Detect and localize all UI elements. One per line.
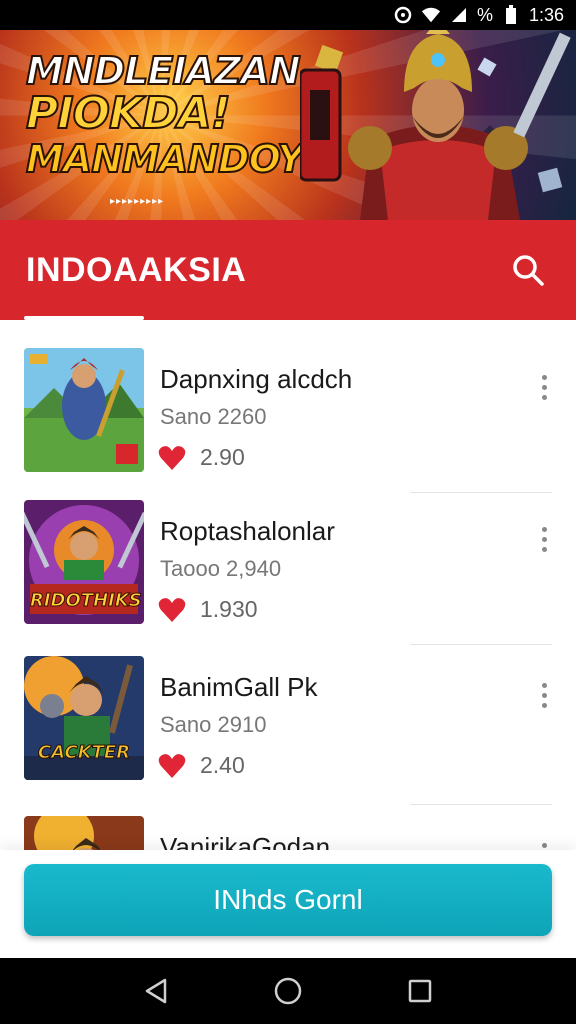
- more-options-button[interactable]: [532, 678, 556, 712]
- more-dot: [541, 526, 547, 532]
- list-item[interactable]: VanirikaGodan: [0, 788, 576, 850]
- back-icon: [145, 978, 167, 1004]
- more-dot: [541, 374, 547, 380]
- list-item[interactable]: RIDOTHIKS Roptashalonlar Taooo 2,940 1.9…: [0, 472, 576, 624]
- signal-icon: [449, 5, 469, 25]
- likes: 2.90: [158, 444, 245, 471]
- game-subtitle: Sano 2910: [160, 712, 267, 737]
- more-dot: [541, 842, 547, 848]
- game-list[interactable]: Dapnxing alcdch Sano 2260 2.90 RIDOTHIKS…: [0, 320, 576, 850]
- game-title: VanirikaGodan: [160, 832, 331, 850]
- search-icon: [513, 255, 544, 286]
- promo-banner[interactable]: MNDLEIAZAN PIOKDA! MANMANDOY ▸▸▸▸▸▸▸▸▸: [0, 30, 576, 220]
- more-options-button[interactable]: [532, 370, 556, 404]
- likes-count: 2.40: [200, 752, 245, 778]
- status-bar: % 1:36: [0, 0, 576, 30]
- heart-icon[interactable]: [158, 597, 186, 623]
- app-header: INDOAAKSIA: [0, 220, 576, 320]
- game-thumbnail: [24, 348, 144, 472]
- banner-headline: MNDLEIAZAN PIOKDA! MANMANDOY: [25, 49, 316, 181]
- likes-count: 1.930: [200, 596, 258, 622]
- more-dot: [541, 384, 547, 390]
- more-dot: [541, 394, 547, 400]
- game-title: Dapnxing alcdch: [160, 364, 353, 394]
- game-title: BanimGall Pk: [160, 672, 318, 702]
- thumbnail-text: RIDOTHIKS: [30, 590, 143, 612]
- more-dot: [541, 536, 547, 542]
- recents-icon: [408, 979, 432, 1003]
- list-item[interactable]: CACKTER BanimGall Pk Sano 2910 2.40: [0, 628, 576, 780]
- nav-recents-button[interactable]: [400, 971, 440, 1011]
- wifi-icon: [421, 5, 441, 25]
- game-title: Roptashalonlar: [160, 516, 335, 546]
- clock: 1:36: [528, 4, 564, 25]
- banner-line-3: MANMANDOY: [25, 137, 306, 181]
- nav-home-button[interactable]: [268, 971, 308, 1011]
- banner-arrows: ▸▸▸▸▸▸▸▸▸: [110, 196, 165, 207]
- nav-back-button[interactable]: [136, 971, 176, 1011]
- banner-line-2: PIOKDA!: [25, 88, 232, 139]
- heart-icon[interactable]: [158, 753, 186, 779]
- battery-icon: [501, 5, 521, 25]
- primary-action-button[interactable]: INhds Gornl: [24, 864, 552, 936]
- more-dot: [541, 692, 547, 698]
- search-button[interactable]: [506, 248, 550, 292]
- list-item[interactable]: Dapnxing alcdch Sano 2260 2.90: [0, 320, 576, 472]
- battery-percent: %: [476, 4, 493, 25]
- more-dot: [541, 546, 547, 552]
- game-thumbnail: [24, 816, 144, 850]
- heart-icon[interactable]: [158, 445, 186, 471]
- alarm-icon: [393, 5, 413, 25]
- app-title: INDOAAKSIA: [26, 250, 247, 289]
- likes: 2.40: [158, 752, 245, 779]
- more-dot: [541, 682, 547, 688]
- system-nav-bar: [0, 958, 576, 1024]
- likes-count: 2.90: [200, 444, 245, 470]
- likes: 1.930: [158, 596, 258, 623]
- home-icon: [274, 977, 302, 1005]
- banner-line-1: MNDLEIAZAN: [25, 49, 302, 93]
- banner-hero-image: [300, 30, 571, 220]
- game-subtitle: Sano 2260: [160, 404, 267, 429]
- game-subtitle: Taooo 2,940: [160, 556, 282, 581]
- more-options-button[interactable]: [532, 522, 556, 556]
- more-options-button[interactable]: [532, 838, 556, 850]
- thumbnail-text: CACKTER: [37, 742, 131, 764]
- more-dot: [541, 702, 547, 708]
